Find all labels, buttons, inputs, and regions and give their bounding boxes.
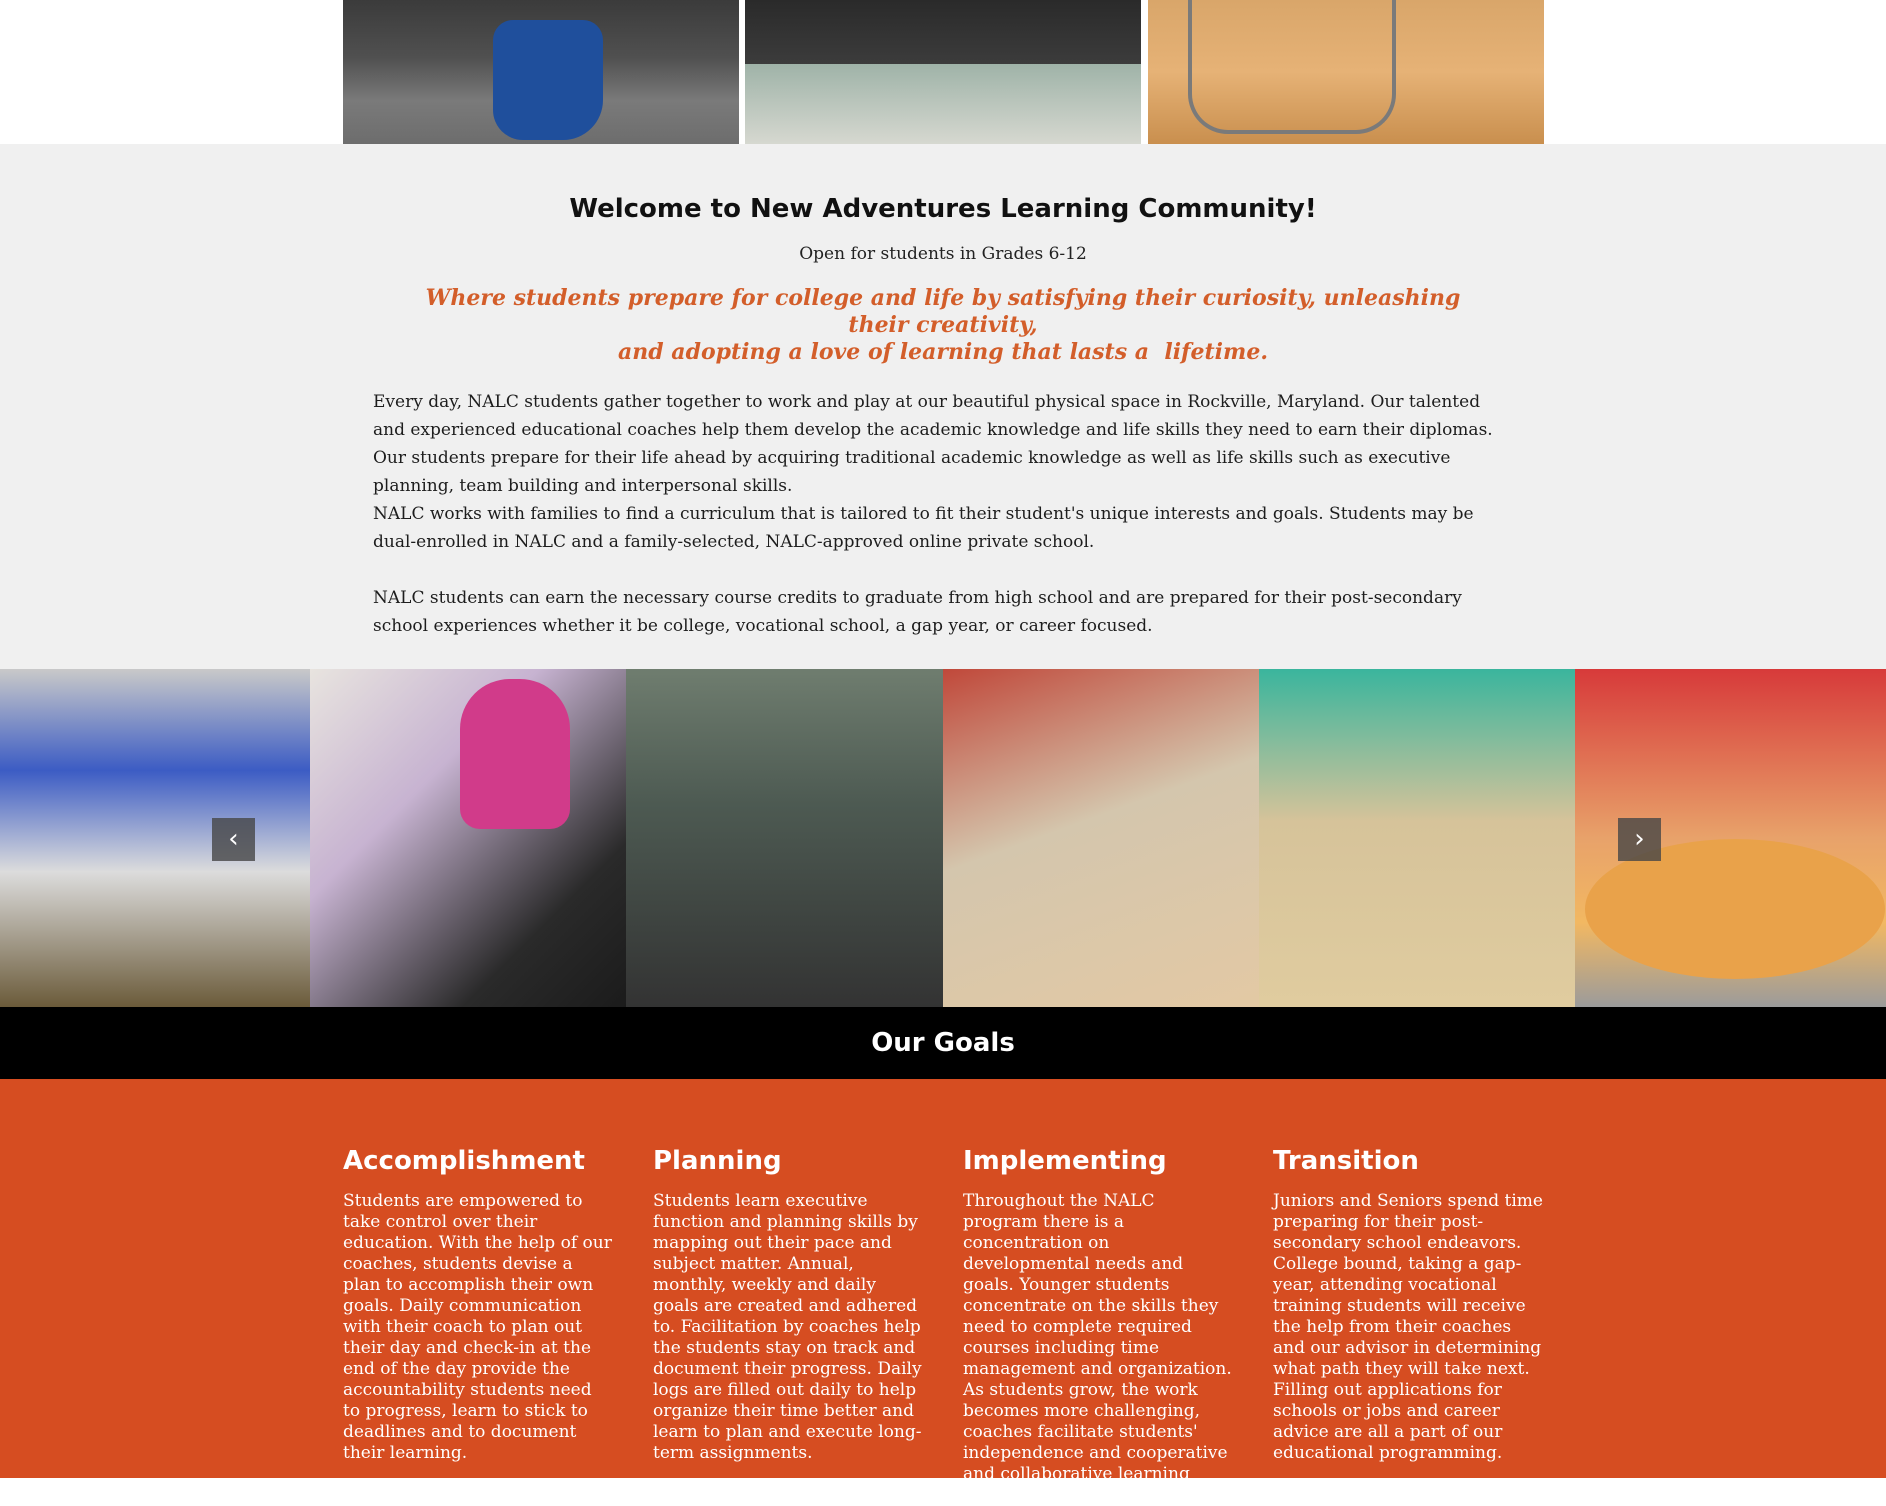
carousel-slide-classroom [0,669,310,1007]
carousel-slide-science-lab [310,669,626,1007]
carousel-slide-aquarium-visit [626,669,943,1007]
carousel-next-button[interactable]: › [1618,818,1661,861]
carousel-prev-button[interactable]: ‹ [212,818,255,861]
goals-section: Accomplishment Students are empowered to… [0,1079,1886,1505]
photo-table-activity [745,0,1141,144]
tagline-line-2: and adopting a love of learning that las… [618,339,1268,365]
photo-chair-floor [1148,0,1544,144]
goal-text: Throughout the NALC program there is a c… [963,1191,1232,1505]
welcome-body: Every day, NALC students gather together… [373,388,1513,640]
goal-planning: Planning Students learn executive functi… [653,1145,923,1464]
photo-carousel: ‹ › [0,669,1886,1007]
goal-title: Transition [1273,1146,1419,1176]
welcome-paragraph-2: NALC works with families to find a curri… [373,504,1474,552]
photo-students-aquarium-bag [343,0,739,144]
goals-heading: Our Goals [871,1028,1015,1058]
carousel-slide-student-experiment [943,669,1259,1007]
goal-text: Juniors and Seniors spend time preparing… [1273,1191,1543,1463]
tagline-line-1: Where students prepare for college and l… [425,285,1461,338]
chevron-left-icon: ‹ [228,824,239,854]
goal-text: Students learn executive function and pl… [653,1191,922,1463]
welcome-subtitle: Open for students in Grades 6-12 [799,244,1087,264]
goals-header-bar: Our Goals [0,1007,1886,1079]
welcome-title: Welcome to New Adventures Learning Commu… [569,194,1317,224]
goal-accomplishment: Accomplishment Students are empowered to… [343,1145,613,1464]
chevron-right-icon: › [1634,824,1645,854]
goal-title: Implementing [963,1146,1167,1176]
top-photo-strip [0,0,1886,144]
welcome-paragraph-1: Every day, NALC students gather together… [373,392,1493,496]
welcome-section: Welcome to New Adventures Learning Commu… [0,144,1886,669]
goal-title: Accomplishment [343,1146,585,1176]
carousel-slide-jar-experiment [1259,669,1575,1007]
welcome-tagline: Where students prepare for college and l… [420,285,1466,366]
goal-text: Students are empowered to take control o… [343,1191,612,1463]
welcome-paragraph-3: NALC students can earn the necessary cou… [373,588,1462,636]
goal-transition: Transition Juniors and Seniors spend tim… [1273,1145,1543,1464]
goal-implementing: Implementing Throughout the NALC program… [963,1145,1233,1506]
goal-title: Planning [653,1146,782,1176]
